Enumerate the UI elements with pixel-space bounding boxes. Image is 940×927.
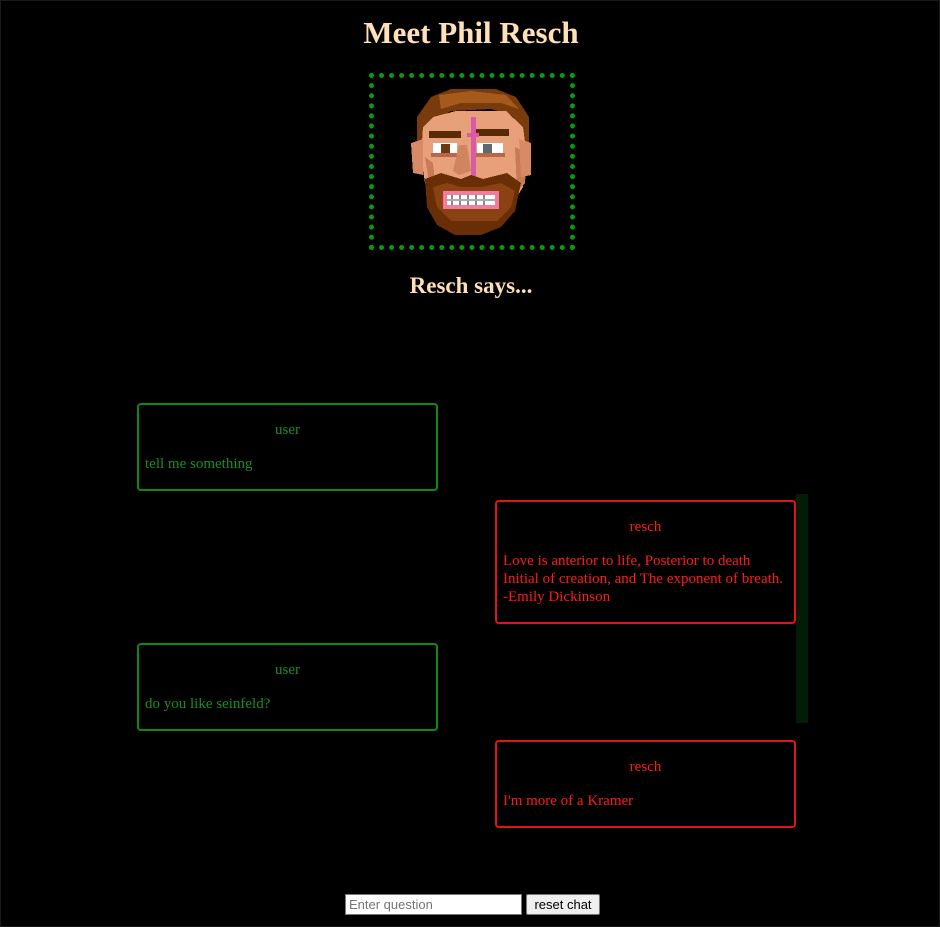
message-speaker: user (275, 422, 300, 438)
page-title: Meet Phil Resch (363, 15, 579, 50)
chat-message-resch: resch I'm more of a Kramer (495, 740, 796, 828)
chat-message-resch: resch Love is anterior to life, Posterio… (495, 500, 796, 624)
message-speaker: resch (629, 519, 662, 535)
message-speaker: resch (629, 759, 662, 775)
chat-message-user: user do you like seinfeld? (137, 643, 438, 731)
message-text: do you like seinfeld? (145, 696, 271, 712)
chat-scrollbar[interactable] (796, 494, 808, 723)
message-speaker: user (275, 662, 300, 678)
phil-resch-portrait-icon (411, 89, 531, 235)
portrait-frame (369, 73, 575, 250)
question-input[interactable] (345, 894, 522, 915)
resch-says-heading: Resch says... (409, 273, 533, 298)
message-text: Love is anterior to life, Posterior to d… (503, 553, 784, 605)
message-text: I'm more of a Kramer (503, 793, 634, 809)
reset-chat-button[interactable]: reset chat (526, 894, 600, 915)
chat-message-user: user tell me something (137, 403, 438, 491)
message-text: tell me something (145, 456, 253, 472)
